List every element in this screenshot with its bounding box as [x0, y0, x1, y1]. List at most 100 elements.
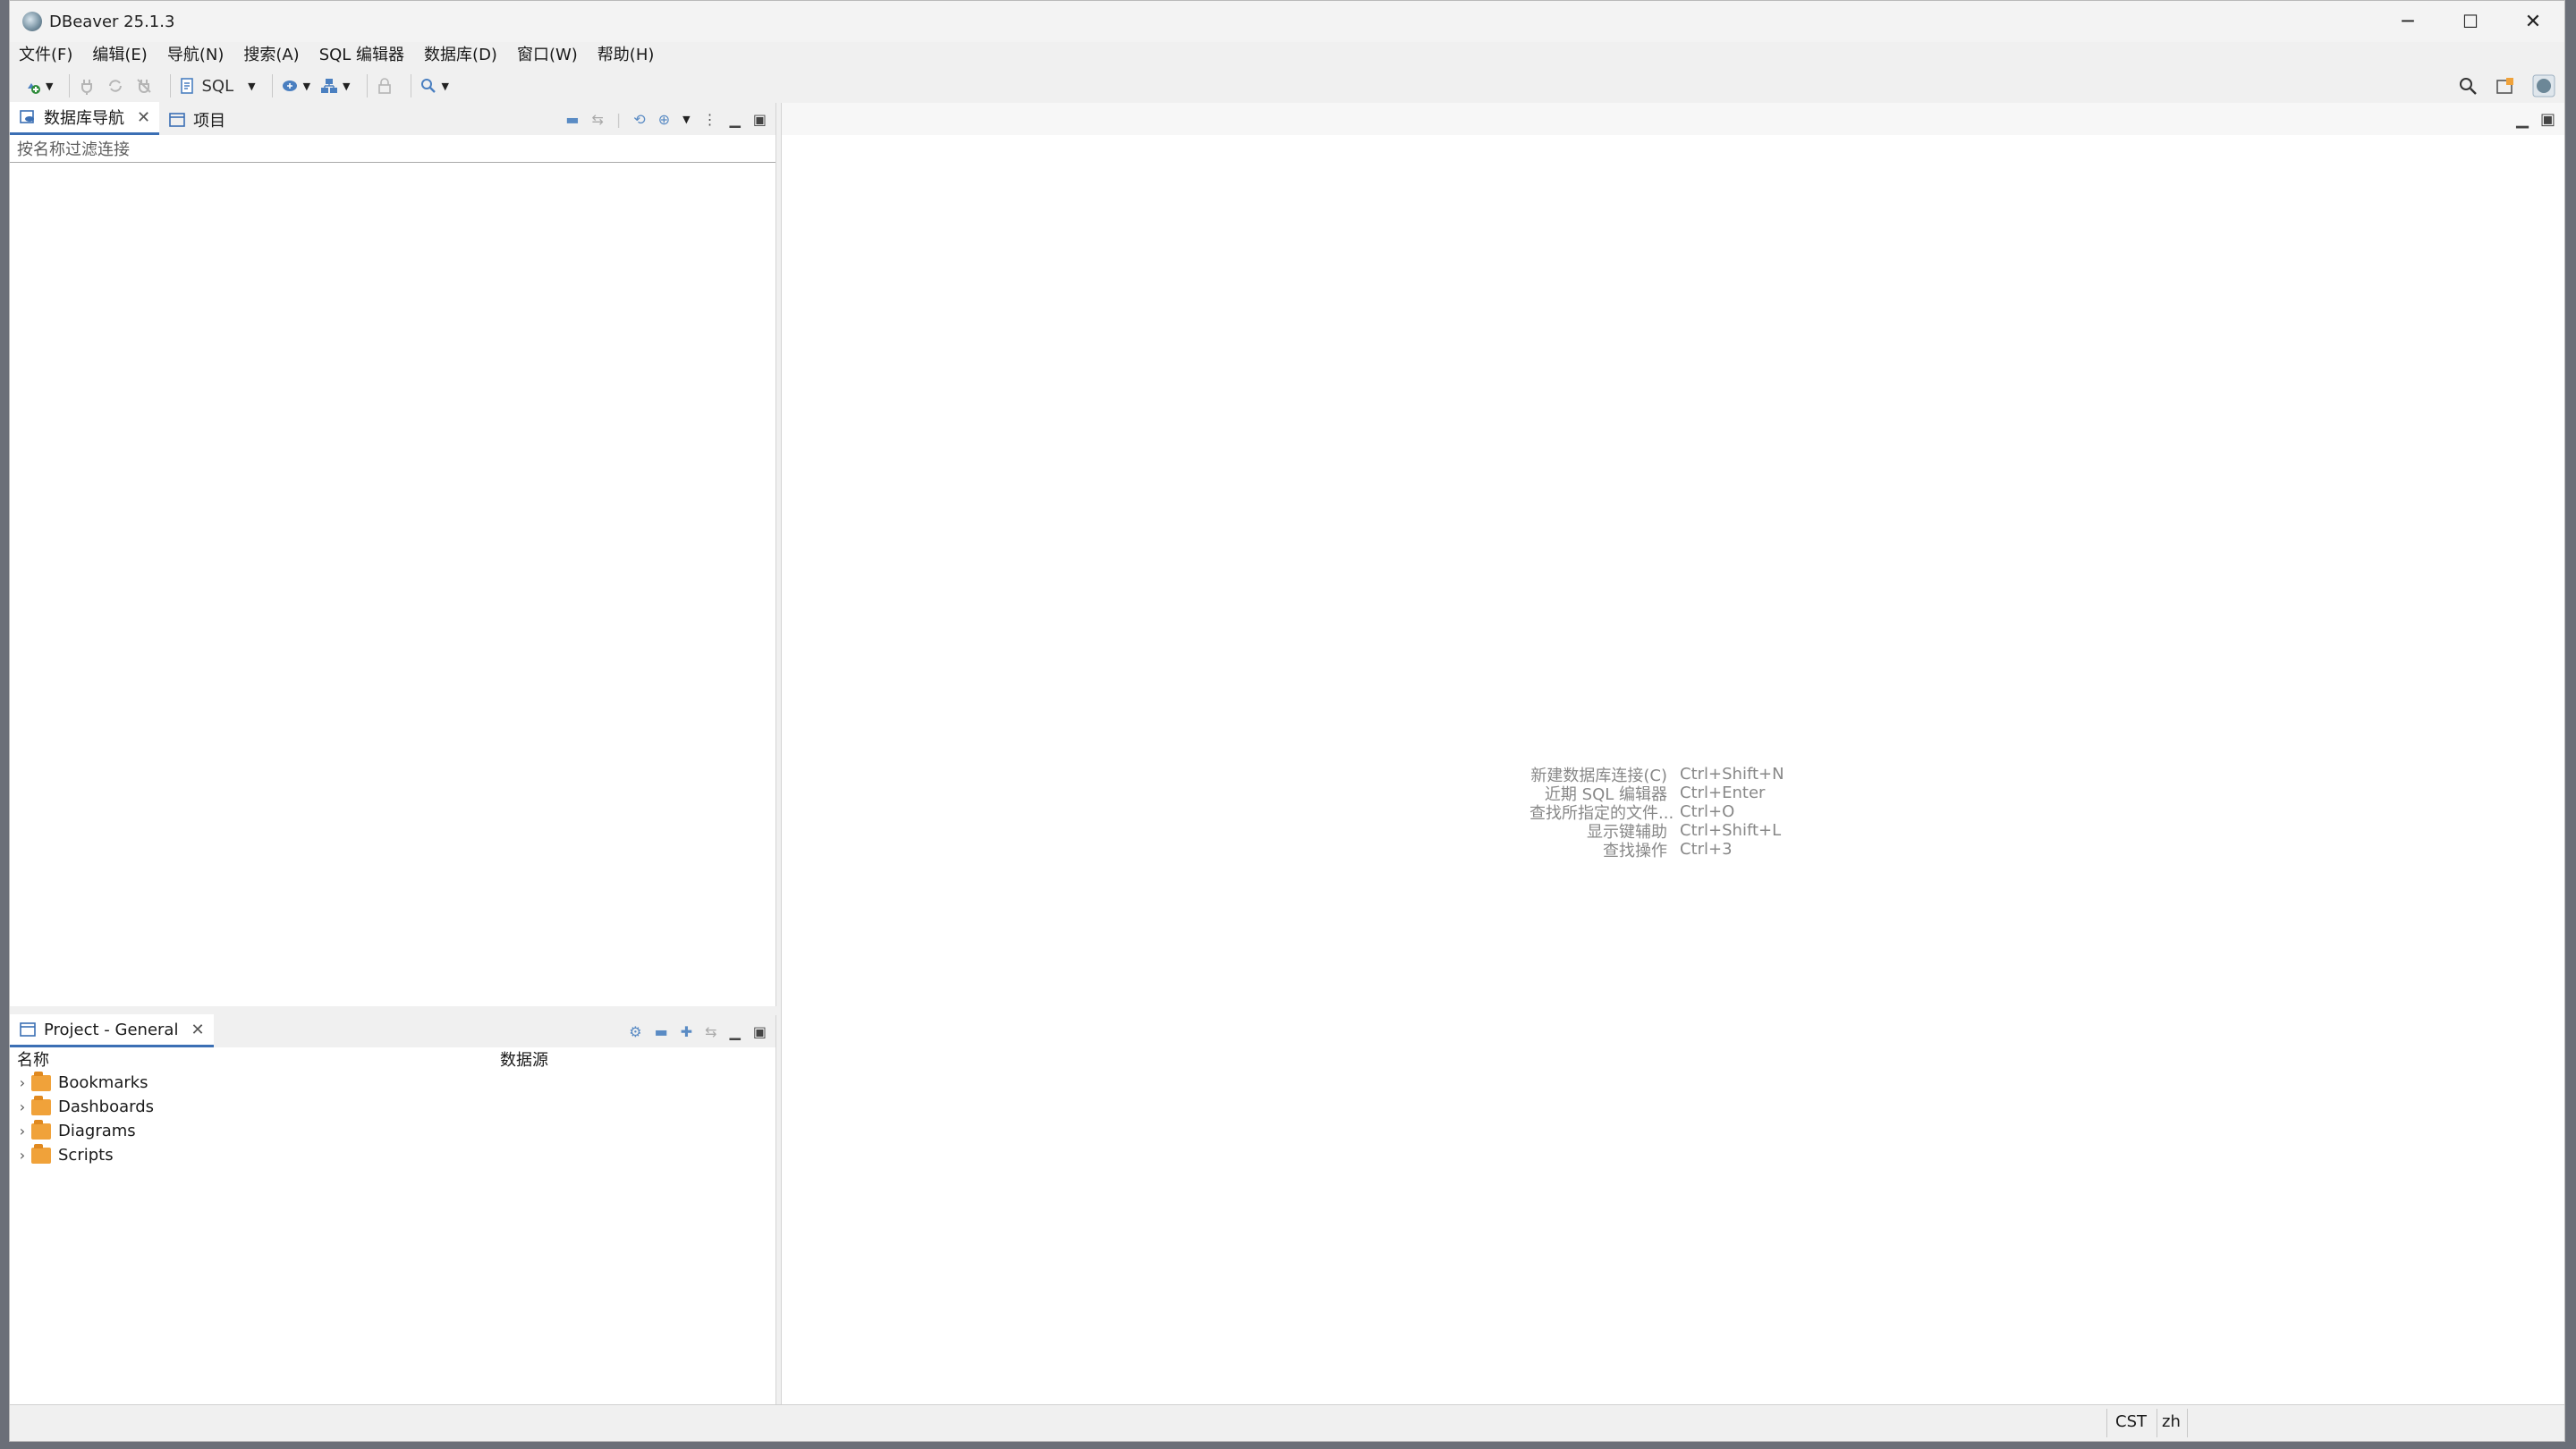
view-menu-icon[interactable]: ⋮: [703, 111, 717, 128]
close-button[interactable]: ✕: [2502, 1, 2564, 42]
connect-button[interactable]: [77, 76, 97, 96]
perspective-icon[interactable]: [2495, 75, 2516, 97]
plug-icon: [81, 80, 93, 95]
toolbar-separator: |: [615, 110, 622, 128]
tab-database-navigator[interactable]: 数据库导航 ✕: [10, 102, 160, 135]
link-with-editor-icon[interactable]: ⇆: [705, 1023, 716, 1040]
expand-all-icon[interactable]: ✚: [681, 1023, 692, 1040]
maximize-view-icon[interactable]: ▣: [753, 1023, 767, 1040]
toolbar-right: [2457, 67, 2555, 105]
menu-sql-editor[interactable]: SQL 编辑器: [319, 42, 404, 65]
hint-label: 查找操作: [1603, 841, 1667, 860]
tab-label: 项目: [193, 112, 226, 131]
close-icon[interactable]: ✕: [191, 1021, 204, 1039]
disconnect-icon: [137, 79, 152, 93]
chevron-down-icon[interactable]: ▼: [682, 114, 690, 125]
chevron-right-icon[interactable]: ›: [13, 1147, 31, 1164]
status-divider: [2106, 1409, 2107, 1437]
chevron-down-icon[interactable]: ▼: [343, 80, 350, 92]
menu-search[interactable]: 搜索(A): [243, 42, 299, 65]
menu-window[interactable]: 窗口(W): [517, 42, 578, 65]
collapse-all-icon[interactable]: ▬: [655, 1023, 668, 1040]
chevron-down-icon[interactable]: ▼: [303, 80, 310, 92]
title-bar: DBeaver 25.1.3 ─ ☐ ✕: [10, 1, 2564, 42]
bookmarks-folder-icon: [31, 1071, 51, 1091]
dbeaver-logo-icon: [22, 12, 42, 31]
database-commit-icon: [282, 80, 297, 91]
sql-editor-button[interactable]: SQL ▼: [178, 76, 256, 96]
menu-database[interactable]: 数据库(D): [424, 42, 497, 65]
tree-item-diagrams[interactable]: › Diagrams: [10, 1119, 775, 1143]
navigator-tabs: 数据库导航 ✕ 项目 ▬ ⇆ | ⟲ ⊕ ▼ ⋮ ▁ ▣: [10, 102, 775, 135]
maximize-view-icon[interactable]: ▣: [753, 111, 767, 128]
main-toolbar: ▼ SQL ▼ ▼ ▼ ▼: [10, 67, 2564, 105]
project-general-view: Project - General ✕ ⚙ ▬ ✚ ⇆ ▁ ▣ 名称 数据源 ›: [10, 1014, 776, 1406]
search-icon: [420, 79, 436, 93]
chevron-down-icon[interactable]: ▼: [46, 80, 53, 92]
schema-tree-icon: [321, 79, 338, 93]
maximize-button[interactable]: ☐: [2439, 1, 2502, 42]
menu-edit[interactable]: 编辑(E): [92, 42, 147, 65]
schema-compare-button[interactable]: ▼: [319, 76, 351, 96]
tree-item-label: Diagrams: [58, 1122, 136, 1140]
menu-help[interactable]: 帮助(H): [597, 42, 655, 65]
menu-navigate[interactable]: 导航(N): [167, 42, 225, 65]
navigator-tree: [10, 163, 775, 1004]
reconnect-button[interactable]: [106, 76, 125, 96]
close-icon[interactable]: ✕: [137, 108, 150, 127]
search-tools-button[interactable]: ▼: [419, 76, 449, 96]
hint-key: Ctrl+O: [1680, 802, 1735, 821]
link-with-editor-icon[interactable]: ⇆: [591, 111, 603, 128]
menu-file[interactable]: 文件(F): [19, 42, 72, 65]
editor-area: ▁ ▣ 新建数据库连接(C) Ctrl+Shift+N 近期 SQL 编辑器 C…: [781, 103, 2564, 1406]
status-timezone: CST: [2115, 1412, 2147, 1431]
project-tree: › Bookmarks › Dashboards › Diagrams › Sc…: [10, 1071, 775, 1167]
global-search-icon[interactable]: [2457, 75, 2479, 97]
chevron-down-icon[interactable]: ▼: [248, 80, 255, 92]
new-connection-button[interactable]: ▼: [22, 76, 53, 96]
gear-icon[interactable]: ⚙: [629, 1023, 641, 1040]
hint-key: Ctrl+Enter: [1680, 784, 1766, 802]
tree-item-dashboards[interactable]: › Dashboards: [10, 1095, 775, 1119]
hint-key: Ctrl+Shift+L: [1680, 821, 1782, 840]
tree-item-bookmarks[interactable]: › Bookmarks: [10, 1071, 775, 1095]
minimize-view-icon[interactable]: ▁: [730, 111, 741, 128]
column-header-name[interactable]: 名称: [17, 1047, 500, 1071]
sql-script-icon: [181, 78, 194, 94]
chevron-down-icon[interactable]: ▼: [442, 80, 449, 92]
database-navigator-icon: [20, 110, 34, 123]
chevron-right-icon[interactable]: ›: [13, 1123, 31, 1140]
toolbar-separator: [366, 74, 368, 97]
transaction-mode-button[interactable]: ▼: [280, 76, 310, 96]
new-connection-icon[interactable]: ⟲: [633, 111, 645, 128]
lock-icon: [377, 78, 391, 94]
toolbar-separator: [69, 74, 71, 97]
minimize-button[interactable]: ─: [2377, 1, 2439, 42]
minimize-view-icon[interactable]: ▁: [730, 1023, 741, 1040]
chevron-right-icon[interactable]: ›: [13, 1098, 31, 1115]
left-panel: 数据库导航 ✕ 项目 ▬ ⇆ | ⟲ ⊕ ▼ ⋮ ▁ ▣ 按名称过滤连接 Pro…: [10, 102, 776, 1406]
projects-icon: [169, 113, 185, 127]
tab-projects[interactable]: 项目: [159, 105, 234, 135]
scripts-folder-icon: [31, 1143, 51, 1164]
column-header-datasource[interactable]: 数据源: [500, 1047, 548, 1071]
hint-row: 查找操作 Ctrl+3: [1530, 840, 1784, 860]
tree-item-label: Scripts: [58, 1146, 114, 1165]
new-connection-icon: [28, 83, 40, 94]
tab-project-general[interactable]: Project - General ✕: [10, 1014, 214, 1047]
collapse-all-icon[interactable]: ▬: [565, 111, 579, 128]
tree-item-scripts[interactable]: › Scripts: [10, 1143, 775, 1167]
dbeaver-perspective-icon[interactable]: [2532, 74, 2555, 97]
tab-label: 数据库导航: [44, 109, 124, 128]
connection-filter-input[interactable]: 按名称过滤连接: [10, 135, 775, 163]
lock-button[interactable]: [375, 76, 394, 96]
dbeaver-window: DBeaver 25.1.3 ─ ☐ ✕ 文件(F) 编辑(E) 导航(N) 搜…: [9, 0, 2565, 1442]
disconnect-button[interactable]: [134, 76, 154, 96]
sql-label: SQL: [201, 76, 234, 96]
add-connection-icon[interactable]: ⊕: [658, 111, 670, 128]
chevron-right-icon[interactable]: ›: [13, 1074, 31, 1091]
minimize-editor-icon[interactable]: ▁: [2516, 110, 2529, 129]
tree-item-label: Dashboards: [58, 1097, 155, 1116]
tree-item-label: Bookmarks: [58, 1073, 148, 1092]
maximize-editor-icon[interactable]: ▣: [2540, 110, 2555, 129]
